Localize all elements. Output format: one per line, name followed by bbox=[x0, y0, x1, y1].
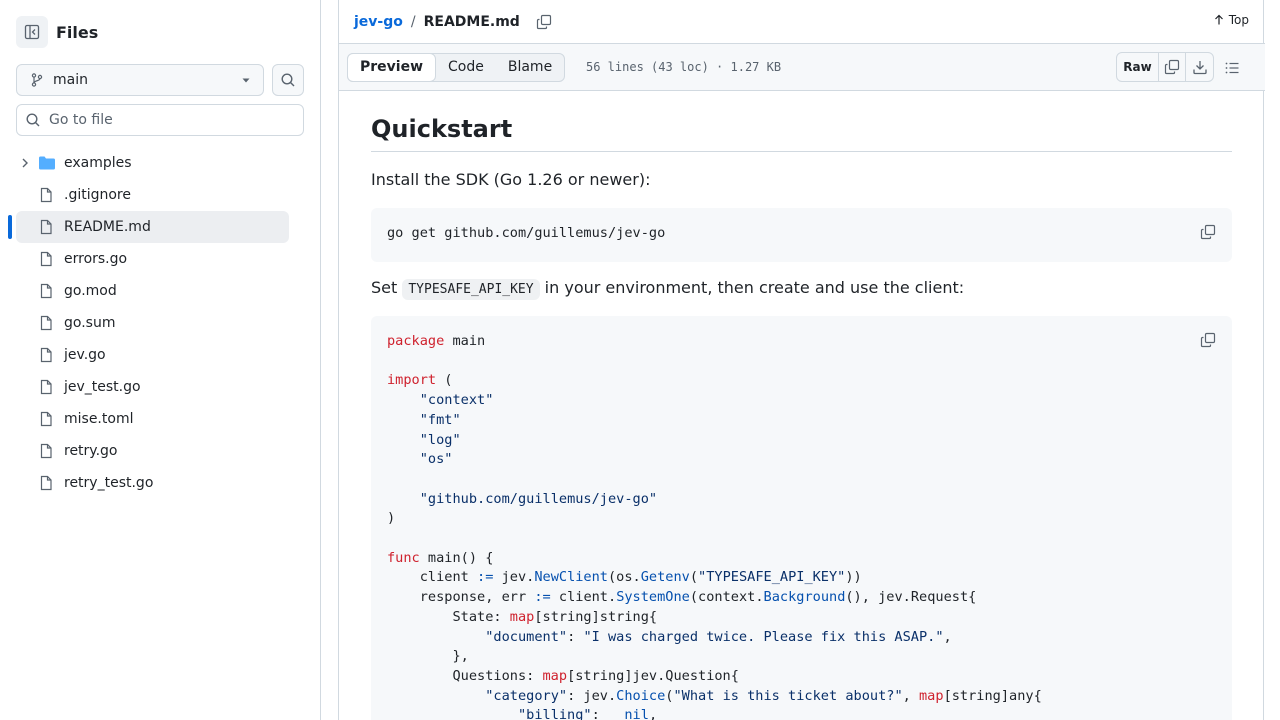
file-tree-sidebar: Files main Go to file examples .gitignor… bbox=[0, 0, 321, 720]
go-to-file-input[interactable]: Go to file bbox=[16, 104, 304, 136]
breadcrumb-repo-link[interactable]: jev-go bbox=[354, 14, 403, 30]
breadcrumb: jev-go / README.md Top bbox=[339, 0, 1265, 44]
copy-path-button[interactable] bbox=[534, 12, 554, 32]
breadcrumb-separator: / bbox=[410, 13, 416, 30]
tree-item-jev-test-go[interactable]: jev_test.go bbox=[16, 371, 289, 403]
tree-item-label: mise.toml bbox=[64, 411, 134, 427]
branch-name: main bbox=[53, 72, 88, 88]
install-code-block: go get github.com/guillemus/jev-go bbox=[371, 208, 1232, 262]
tree-item-label: go.mod bbox=[64, 283, 117, 299]
sidebar-header: Files bbox=[16, 16, 98, 48]
folder-icon bbox=[39, 156, 55, 170]
copy-icon bbox=[1200, 332, 1216, 348]
top-label: Top bbox=[1228, 13, 1249, 27]
view-mode-segmented-control: Preview Code Blame bbox=[347, 53, 566, 82]
file-icon bbox=[40, 475, 52, 491]
triangle-down-icon bbox=[242, 78, 250, 83]
file-icon bbox=[40, 219, 52, 235]
file-icon bbox=[40, 283, 52, 299]
copy-code-button[interactable] bbox=[1198, 330, 1218, 350]
back-to-top-link[interactable]: Top bbox=[1213, 13, 1249, 27]
install-command: go get github.com/guillemus/jev-go bbox=[387, 225, 666, 241]
tab-blame[interactable]: Blame bbox=[496, 54, 564, 81]
list-unordered-icon bbox=[1225, 62, 1239, 74]
search-files-button[interactable] bbox=[272, 64, 304, 96]
env-prefix: Set bbox=[371, 278, 403, 297]
breadcrumb-file-name: README.md bbox=[423, 13, 520, 30]
env-paragraph: Set TYPESAFE_API_KEY in your environment… bbox=[371, 276, 964, 302]
active-indicator bbox=[8, 215, 12, 239]
chevron-right-icon[interactable] bbox=[18, 156, 32, 170]
file-tree: examples .gitignore README.md errors.go … bbox=[0, 147, 320, 499]
outline-button[interactable] bbox=[1222, 58, 1242, 78]
copy-icon bbox=[536, 14, 551, 29]
collapse-sidebar-button[interactable] bbox=[16, 16, 48, 48]
file-icon bbox=[40, 187, 52, 203]
copy-code-button[interactable] bbox=[1198, 222, 1218, 242]
tree-item-go-mod[interactable]: go.mod bbox=[16, 275, 289, 307]
env-suffix: in your environment, then create and use… bbox=[539, 278, 965, 297]
file-icon bbox=[40, 411, 52, 427]
tree-item-label: retry_test.go bbox=[64, 475, 154, 491]
tree-item-mise-toml[interactable]: mise.toml bbox=[16, 403, 289, 435]
tree-item-label: jev.go bbox=[64, 347, 106, 363]
download-icon bbox=[1192, 61, 1207, 75]
tree-item-label: examples bbox=[64, 155, 132, 171]
file-view: jev-go / README.md Top Preview Code Blam… bbox=[338, 0, 1265, 720]
file-icon bbox=[40, 347, 52, 363]
tree-item-retry-test-go[interactable]: retry_test.go bbox=[16, 467, 289, 499]
usage-code-block: package main import ( "context" "fmt" "l… bbox=[371, 316, 1232, 720]
readme-heading: Quickstart bbox=[371, 115, 1232, 152]
tab-preview[interactable]: Preview bbox=[347, 53, 437, 82]
tree-item-label: jev_test.go bbox=[64, 379, 141, 395]
env-var-code: TYPESAFE_API_KEY bbox=[402, 279, 540, 300]
go-to-file-placeholder: Go to file bbox=[49, 112, 113, 128]
file-icon bbox=[40, 315, 52, 331]
tree-item-label: .gitignore bbox=[64, 187, 131, 203]
search-icon bbox=[281, 73, 295, 87]
search-icon bbox=[26, 113, 40, 127]
arrow-up-icon bbox=[1214, 14, 1223, 25]
tree-item-gitignore[interactable]: .gitignore bbox=[16, 179, 289, 211]
file-info: 56 lines (43 loc) · 1.27 KB bbox=[586, 60, 782, 74]
tree-item-examples[interactable]: examples bbox=[16, 147, 289, 179]
file-actions: Raw bbox=[1116, 52, 1214, 82]
tree-item-label: README.md bbox=[64, 219, 151, 235]
download-button[interactable] bbox=[1186, 53, 1213, 81]
tree-item-label: go.sum bbox=[64, 315, 116, 331]
tree-item-label: retry.go bbox=[64, 443, 118, 459]
tree-item-retry-go[interactable]: retry.go bbox=[16, 435, 289, 467]
install-paragraph: Install the SDK (Go 1.26 or newer): bbox=[371, 170, 651, 189]
copy-icon bbox=[1164, 59, 1180, 75]
copy-icon bbox=[1200, 224, 1216, 240]
tree-item-errors-go[interactable]: errors.go bbox=[16, 243, 289, 275]
copy-raw-button[interactable] bbox=[1159, 53, 1186, 81]
sidebar-collapse-icon bbox=[24, 24, 40, 40]
branch-selector[interactable]: main bbox=[16, 64, 264, 96]
tree-item-label: errors.go bbox=[64, 251, 128, 267]
sidebar-title: Files bbox=[56, 22, 99, 42]
tab-code[interactable]: Code bbox=[436, 54, 496, 81]
tree-item-go-sum[interactable]: go.sum bbox=[16, 307, 289, 339]
file-icon bbox=[40, 379, 52, 395]
file-icon bbox=[40, 251, 52, 267]
tree-item-jev-go[interactable]: jev.go bbox=[16, 339, 289, 371]
git-branch-icon bbox=[31, 73, 43, 87]
usage-code: package main import ( "context" "fmt" "l… bbox=[387, 333, 1042, 720]
tree-item-readme[interactable]: README.md bbox=[8, 211, 289, 243]
raw-button[interactable]: Raw bbox=[1117, 53, 1159, 81]
file-toolbar: Preview Code Blame 56 lines (43 loc) · 1… bbox=[339, 44, 1265, 91]
file-icon bbox=[40, 443, 52, 459]
